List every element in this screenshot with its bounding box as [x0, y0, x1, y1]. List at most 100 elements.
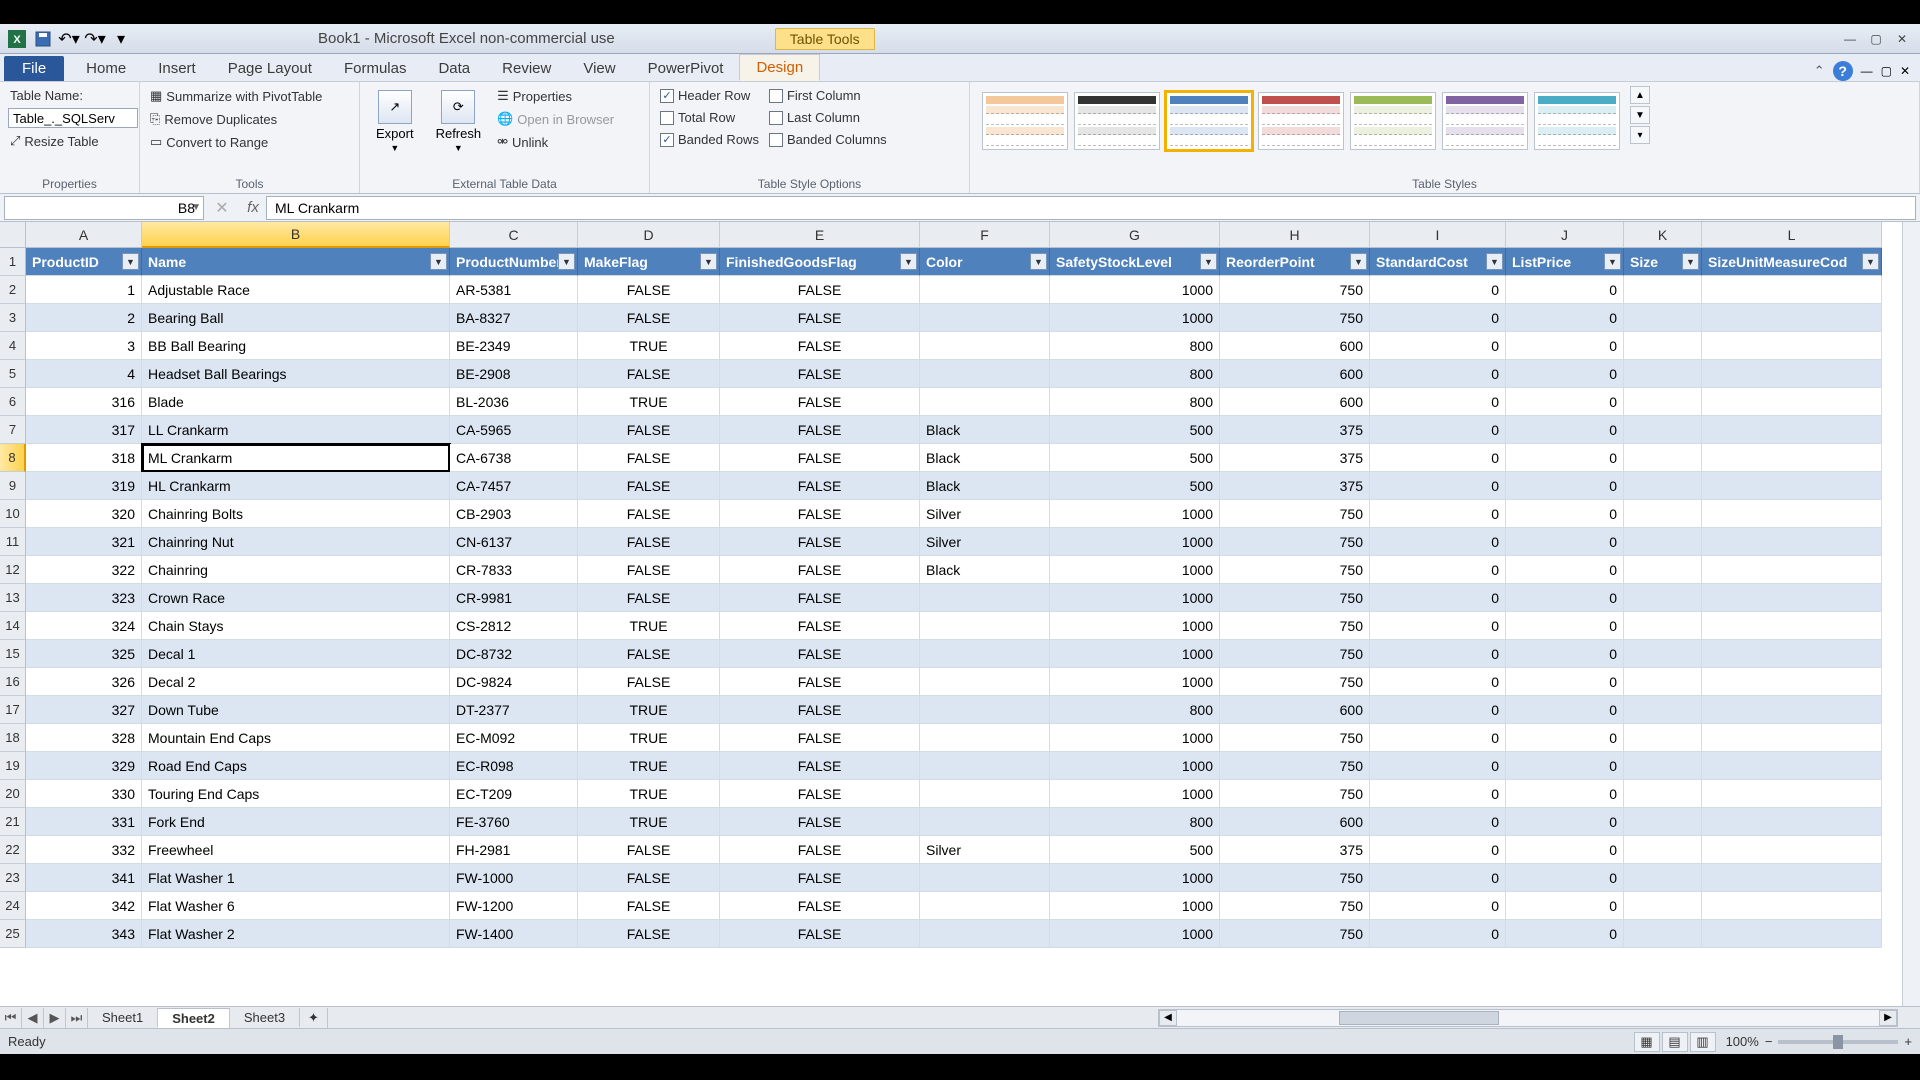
cell[interactable]: FH-2981 — [450, 836, 578, 864]
column-header-F[interactable]: F — [920, 222, 1050, 248]
cell[interactable]: 0 — [1370, 528, 1506, 556]
cell[interactable]: DC-8732 — [450, 640, 578, 668]
column-header-B[interactable]: B — [142, 222, 450, 248]
cell[interactable]: 0 — [1506, 808, 1624, 836]
cell[interactable]: 341 — [26, 864, 142, 892]
cell[interactable] — [1702, 304, 1882, 332]
cell[interactable]: FALSE — [578, 528, 720, 556]
cell[interactable] — [920, 388, 1050, 416]
row-header[interactable]: 10 — [0, 500, 26, 528]
cell[interactable]: Black — [920, 556, 1050, 584]
table-header-cell[interactable]: SafetyStockLevel▼ — [1050, 248, 1220, 276]
cell[interactable]: FW-1400 — [450, 920, 578, 948]
cell[interactable]: FALSE — [578, 500, 720, 528]
row-header[interactable]: 18 — [0, 724, 26, 752]
filter-dropdown-icon[interactable]: ▼ — [1350, 253, 1367, 270]
tab-home[interactable]: Home — [70, 56, 142, 81]
cell[interactable]: LL Crankarm — [142, 416, 450, 444]
cell[interactable] — [920, 724, 1050, 752]
cell[interactable] — [1624, 752, 1702, 780]
cell[interactable] — [1702, 416, 1882, 444]
cell[interactable]: 0 — [1506, 836, 1624, 864]
cell[interactable]: 319 — [26, 472, 142, 500]
cell[interactable]: FALSE — [720, 388, 920, 416]
filter-dropdown-icon[interactable]: ▼ — [1030, 253, 1047, 270]
cell[interactable]: FALSE — [720, 360, 920, 388]
cell[interactable]: FALSE — [720, 304, 920, 332]
cell[interactable] — [920, 332, 1050, 360]
cell[interactable]: 500 — [1050, 444, 1220, 472]
column-header-G[interactable]: G — [1050, 222, 1220, 248]
cell[interactable]: 321 — [26, 528, 142, 556]
cell[interactable]: 750 — [1220, 528, 1370, 556]
cell[interactable]: 1000 — [1050, 556, 1220, 584]
column-header-D[interactable]: D — [578, 222, 720, 248]
cell[interactable]: 750 — [1220, 752, 1370, 780]
column-header-I[interactable]: I — [1370, 222, 1506, 248]
cell[interactable]: 0 — [1370, 668, 1506, 696]
cell[interactable]: 316 — [26, 388, 142, 416]
cell[interactable]: 0 — [1370, 892, 1506, 920]
cell[interactable]: 0 — [1370, 696, 1506, 724]
cell[interactable]: 375 — [1220, 472, 1370, 500]
cell[interactable]: TRUE — [578, 724, 720, 752]
cell[interactable]: CN-6137 — [450, 528, 578, 556]
cell[interactable]: 0 — [1506, 416, 1624, 444]
cell[interactable]: 750 — [1220, 668, 1370, 696]
cell[interactable]: 0 — [1370, 444, 1506, 472]
cell[interactable]: FALSE — [720, 276, 920, 304]
row-header[interactable]: 2 — [0, 276, 26, 304]
cell[interactable]: 0 — [1506, 276, 1624, 304]
cell[interactable]: 322 — [26, 556, 142, 584]
cell[interactable] — [920, 304, 1050, 332]
cell[interactable]: FALSE — [720, 556, 920, 584]
cell[interactable] — [920, 276, 1050, 304]
filter-dropdown-icon[interactable]: ▼ — [558, 253, 575, 270]
cell[interactable]: Crown Race — [142, 584, 450, 612]
tab-view[interactable]: View — [567, 56, 631, 81]
cell[interactable] — [920, 892, 1050, 920]
cell[interactable]: 0 — [1506, 584, 1624, 612]
cell[interactable]: Black — [920, 444, 1050, 472]
row-header[interactable]: 9 — [0, 472, 26, 500]
cell[interactable]: FALSE — [720, 640, 920, 668]
cell[interactable]: 500 — [1050, 836, 1220, 864]
cell[interactable]: FALSE — [578, 360, 720, 388]
cell[interactable]: FALSE — [578, 556, 720, 584]
cell[interactable]: Fork End — [142, 808, 450, 836]
cell[interactable]: FALSE — [578, 584, 720, 612]
cell[interactable]: CR-9981 — [450, 584, 578, 612]
cell[interactable]: 1000 — [1050, 752, 1220, 780]
cell[interactable]: 800 — [1050, 332, 1220, 360]
tab-design[interactable]: Design — [739, 54, 820, 81]
style-swatch[interactable] — [1166, 92, 1252, 150]
cell[interactable]: BE-2908 — [450, 360, 578, 388]
tab-data[interactable]: Data — [422, 56, 486, 81]
summarize-pivot-button[interactable]: ▦Summarize with PivotTable — [148, 86, 324, 106]
cell[interactable]: 800 — [1050, 808, 1220, 836]
row-header[interactable]: 3 — [0, 304, 26, 332]
gallery-more-icon[interactable]: ▾ — [1630, 126, 1650, 144]
row-header[interactable]: 8 — [0, 444, 26, 472]
cell[interactable]: 750 — [1220, 584, 1370, 612]
cell[interactable] — [1702, 584, 1882, 612]
cell[interactable] — [920, 668, 1050, 696]
cell[interactable] — [1702, 808, 1882, 836]
sheet-tab-1[interactable]: Sheet1 — [88, 1008, 158, 1027]
table-header-cell[interactable]: ReorderPoint▼ — [1220, 248, 1370, 276]
cell[interactable] — [920, 640, 1050, 668]
cell[interactable]: FALSE — [720, 724, 920, 752]
row-header[interactable]: 5 — [0, 360, 26, 388]
cell[interactable]: BL-2036 — [450, 388, 578, 416]
qat-more-icon[interactable]: ▾ — [110, 28, 132, 50]
cell[interactable]: 800 — [1050, 388, 1220, 416]
cell[interactable] — [1624, 332, 1702, 360]
cell[interactable] — [1624, 388, 1702, 416]
filter-dropdown-icon[interactable]: ▼ — [122, 253, 139, 270]
cell[interactable]: EC-T209 — [450, 780, 578, 808]
cell[interactable] — [1624, 696, 1702, 724]
maximize-icon[interactable]: ▢ — [1866, 31, 1886, 47]
cell[interactable] — [1702, 360, 1882, 388]
cell[interactable]: 343 — [26, 920, 142, 948]
cell[interactable]: 800 — [1050, 696, 1220, 724]
